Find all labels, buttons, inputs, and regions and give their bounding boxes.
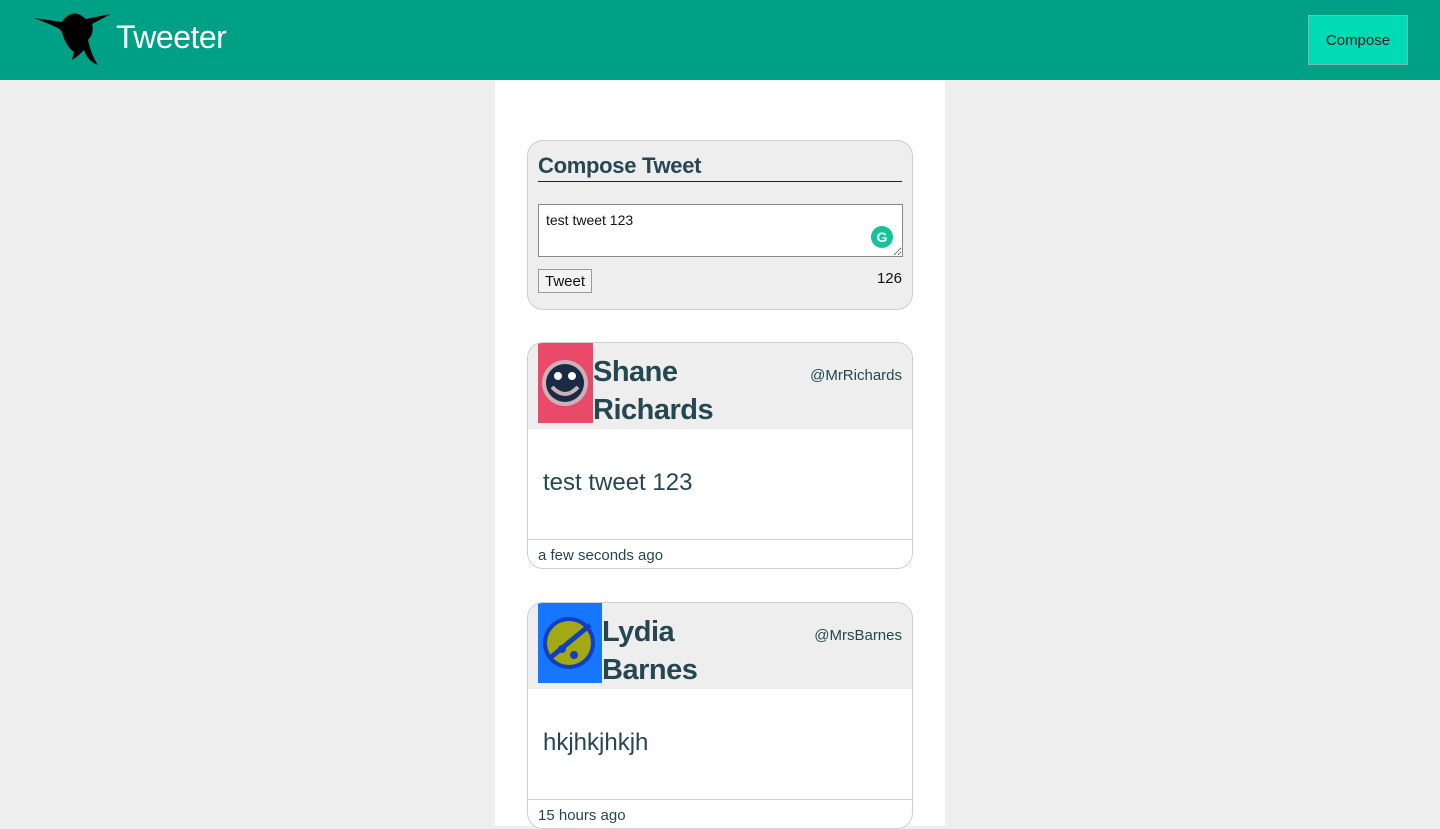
tweet-header: Lydia Barnes @MrsBarnes xyxy=(528,603,912,689)
tweet-timestamp: a few seconds ago xyxy=(528,539,912,568)
tweet-card: Lydia Barnes @MrsBarnes hkjhkjhkjh 15 ho… xyxy=(527,602,913,829)
user-name: Shane Richards xyxy=(593,356,714,426)
avatar xyxy=(538,603,602,683)
compose-tweet-panel: Compose Tweet test tweet 123 G Tweet 126 xyxy=(527,140,913,310)
hummingbird-icon[interactable] xyxy=(32,10,112,68)
main-container: Compose Tweet test tweet 123 G Tweet 126… xyxy=(495,80,945,829)
user-name: Lydia Barnes xyxy=(602,616,698,686)
tweet-body: test tweet 123 xyxy=(543,469,693,496)
app-title[interactable]: Tweeter xyxy=(116,19,227,56)
tweet-card: Shane Richards @MrRichards test tweet 12… xyxy=(527,342,913,569)
grammarly-icon[interactable]: G xyxy=(871,226,893,248)
tweet-input[interactable]: test tweet 123 xyxy=(538,204,903,257)
compose-button[interactable]: Compose xyxy=(1308,15,1408,65)
tweet-submit-button[interactable]: Tweet xyxy=(538,269,592,293)
avatar xyxy=(538,343,593,423)
tweet-body: hkjhkjhkjh xyxy=(543,729,649,756)
char-counter: 126 xyxy=(876,270,902,287)
navbar: Tweeter Compose xyxy=(0,0,1440,80)
tweet-header: Shane Richards @MrRichards xyxy=(528,343,912,429)
user-handle: @MrsBarnes xyxy=(814,627,902,644)
tweet-timestamp: 15 hours ago xyxy=(528,799,912,828)
user-handle: @MrRichards xyxy=(810,367,902,384)
compose-heading: Compose Tweet xyxy=(538,153,902,182)
